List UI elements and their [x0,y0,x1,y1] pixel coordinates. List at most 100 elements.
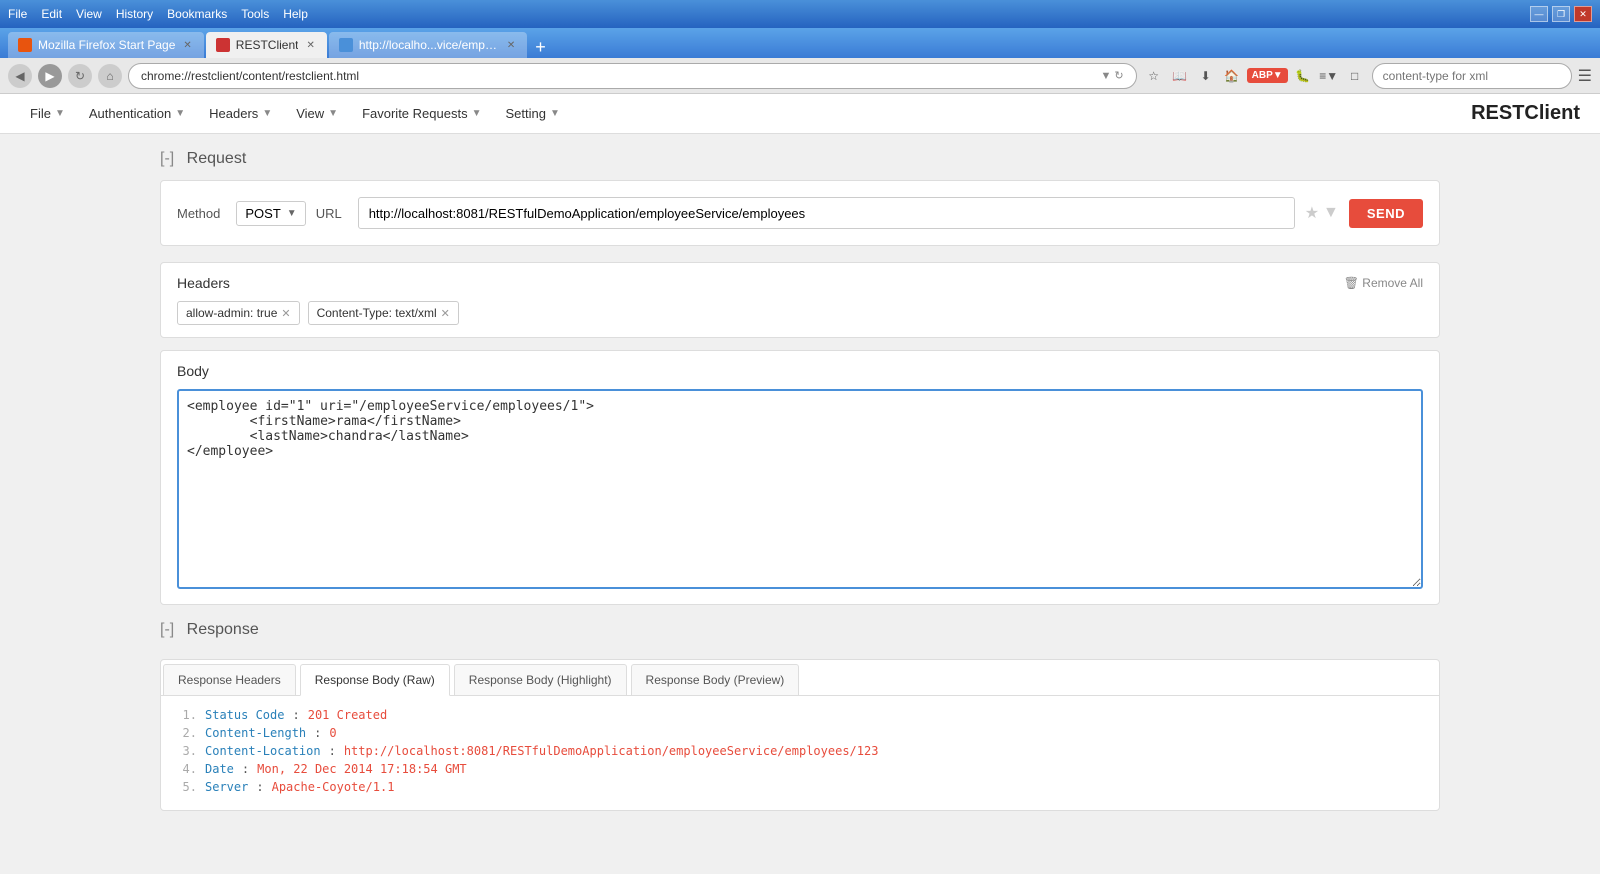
line-number: 5. [177,780,197,794]
url-input[interactable] [358,197,1295,229]
line-number: 4. [177,762,197,776]
header-tag: allow-admin: true✕ [177,301,300,325]
close-button[interactable]: ✕ [1574,6,1592,22]
nav-item-file[interactable]: File ▼ [20,102,75,125]
url-text: chrome://restclient/content/restclient.h… [141,69,359,83]
menu-item-file[interactable]: File [8,7,27,21]
nav-item-authentication[interactable]: Authentication ▼ [79,102,195,125]
response-toggle[interactable]: [-] [160,621,174,639]
nav-caret: ▼ [262,108,272,119]
response-line: 5.Server : Apache-Coyote/1.1 [177,780,1423,794]
menu-bar[interactable]: File Edit View History Bookmarks Tools Help [8,7,308,21]
tabs-bar: Mozilla Firefox Start Page✕RESTClient✕ht… [0,28,1600,58]
header-tag-remove[interactable]: ✕ [281,307,290,320]
method-url-row: Method POST ▼ URL ★ ▼ SEND [177,197,1423,229]
remove-all-label: Remove All [1362,276,1423,290]
tab-favicon [18,38,32,52]
send-button[interactable]: SEND [1349,199,1423,228]
menu-item-edit[interactable]: Edit [41,7,62,21]
tab-favicon [339,38,353,52]
body-textarea[interactable] [177,389,1423,589]
minimize-button[interactable]: — [1530,6,1548,22]
home-nav-icon[interactable]: 🏠 [1221,65,1243,87]
nav-item-headers[interactable]: Headers ▼ [199,102,282,125]
response-tab[interactable]: Response Headers [163,664,296,696]
tab-label: Mozilla Firefox Start Page [38,38,175,52]
line-key: Status Code [205,708,284,722]
line-value: Mon, 22 Dec 2014 17:18:54 GMT [257,762,467,776]
tab-close-button[interactable]: ✕ [181,40,193,51]
menu-item-tools[interactable]: Tools [241,7,269,21]
restore-button[interactable]: ❐ [1552,6,1570,22]
main-content: [-] Request Method POST ▼ URL ★ ▼ SEND [100,134,1500,827]
line-value: 201 Created [308,708,387,722]
ext2-icon[interactable]: □ [1344,65,1366,87]
ext-icon[interactable]: ≡▼ [1318,65,1340,87]
response-tabs: Response HeadersResponse Body (Raw)Respo… [161,660,1439,696]
line-value: http://localhost:8081/RESTfulDemoApplica… [344,744,879,758]
line-key: Content-Location [205,744,321,758]
method-label: Method [177,206,220,221]
response-tab[interactable]: Response Body (Raw) [300,664,450,696]
address-bar: ◀ ▶ ↻ ⌂ chrome://restclient/content/rest… [0,58,1600,94]
line-separator: : [292,708,299,722]
bookmark-icon[interactable]: ☆ [1143,65,1165,87]
title-bar: File Edit View History Bookmarks Tools Help — … [0,0,1600,28]
menu-item-help[interactable]: Help [283,7,308,21]
line-value: 0 [329,726,336,740]
request-box: Method POST ▼ URL ★ ▼ SEND [160,180,1440,246]
request-section-header: [-] Request [160,150,1440,168]
menu-item-view[interactable]: View [76,7,102,21]
response-line: 2.Content-Length : 0 [177,726,1423,740]
hamburger-menu[interactable]: ☰ [1578,66,1592,86]
line-number: 2. [177,726,197,740]
browser-tab[interactable]: http://localho...vice/employees✕ [329,32,527,58]
response-section-label: Response [187,621,259,639]
new-tab-button[interactable]: + [527,37,554,58]
title-bar-left: File Edit View History Bookmarks Tools Help [8,7,308,21]
tab-favicon [216,38,230,52]
header-tag-remove[interactable]: ✕ [441,307,450,320]
firebug-icon[interactable]: 🐛 [1292,65,1314,87]
nav-item-favorite-requests[interactable]: Favorite Requests ▼ [352,102,491,125]
request-toggle[interactable]: [-] [160,150,174,168]
favorite-star[interactable]: ★ [1305,203,1319,223]
app-nav: File ▼Authentication ▼Headers ▼View ▼Fav… [20,102,570,125]
url-bar[interactable]: chrome://restclient/content/restclient.h… [128,63,1137,89]
download-icon[interactable]: ⬇ [1195,65,1217,87]
menu-item-bookmarks[interactable]: Bookmarks [167,7,227,21]
response-section-header: [-] Response [160,621,1440,639]
tab-close-button[interactable]: ✕ [505,40,517,51]
line-number: 1. [177,708,197,722]
line-separator: : [256,780,263,794]
back-button[interactable]: ◀ [8,64,32,88]
nav-caret: ▼ [550,108,560,119]
line-value: Apache-Coyote/1.1 [272,780,395,794]
home-button[interactable]: ⌂ [98,64,122,88]
tab-close-button[interactable]: ✕ [304,40,316,51]
remove-all-button[interactable]: 🗑 Remove All [1344,276,1423,290]
adblock-button[interactable]: ABP▼ [1247,68,1288,83]
browser-tab[interactable]: Mozilla Firefox Start Page ✕ [8,32,204,58]
menu-item-history[interactable]: History [116,7,153,21]
tab-label: RESTClient [236,38,299,52]
response-tab[interactable]: Response Body (Preview) [631,664,800,696]
method-value: POST [245,206,280,221]
forward-button[interactable]: ▶ [38,64,62,88]
header-tags: allow-admin: true✕Content-Type: text/xml… [177,301,1423,325]
nav-item-setting[interactable]: Setting ▼ [495,102,569,125]
response-tab[interactable]: Response Body (Highlight) [454,664,627,696]
method-select[interactable]: POST ▼ [236,201,305,226]
reading-icon[interactable]: 📖 [1169,65,1191,87]
reload-button[interactable]: ↻ [68,64,92,88]
headers-title: Headers [177,275,230,291]
search-input[interactable] [1372,63,1572,89]
line-separator: : [242,762,249,776]
method-caret: ▼ [287,208,297,219]
favorite-dropdown[interactable]: ▼ [1323,204,1339,222]
nav-item-view[interactable]: View ▼ [286,102,348,125]
url-label: URL [316,206,342,221]
app-content: File ▼Authentication ▼Headers ▼View ▼Fav… [0,94,1600,874]
browser-tab[interactable]: RESTClient ✕ [206,32,327,58]
window-controls[interactable]: — ❐ ✕ [1530,6,1592,22]
